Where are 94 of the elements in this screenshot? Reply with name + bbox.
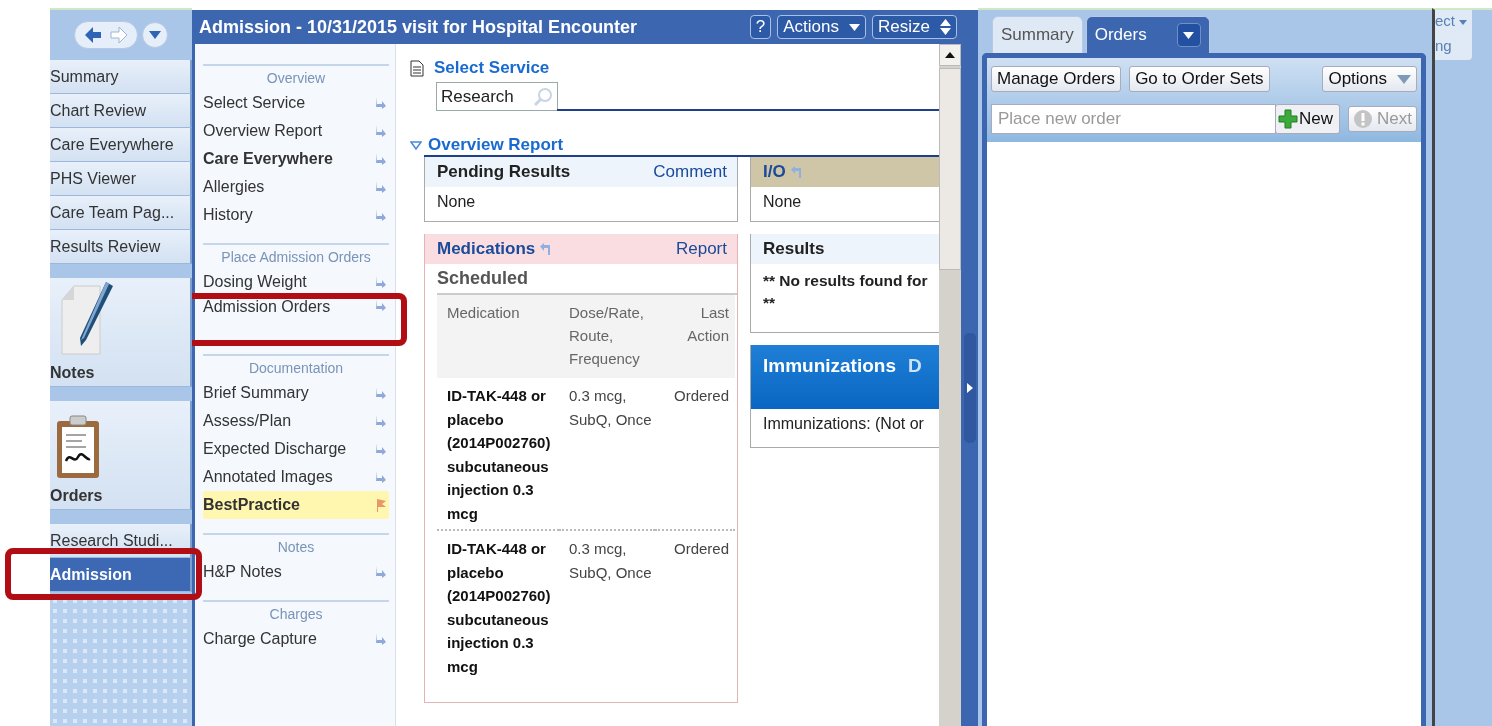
ribbon-text: ect [1435, 11, 1455, 31]
flag-icon [375, 498, 387, 512]
card-title: Medications [437, 239, 536, 259]
collapse-triangle-icon[interactable] [410, 140, 422, 150]
ribbon-text: ng [1435, 36, 1453, 56]
card-text: ** No results found for [763, 271, 928, 291]
scrollbar[interactable] [939, 44, 961, 726]
resize-button[interactable]: Resize [872, 15, 957, 39]
sidebar-tab[interactable]: Admission [50, 558, 192, 592]
navigator-link[interactable]: Charge Capture [203, 625, 389, 653]
link-label[interactable]: Care Everywhere [203, 150, 333, 168]
sidebar-tab[interactable]: Chart Review [50, 94, 192, 128]
plus-icon [1278, 109, 1298, 129]
actions-menu-button[interactable]: Actions [777, 15, 867, 39]
navigator-link[interactable]: Select Service [203, 89, 389, 117]
card-text: None [437, 193, 476, 210]
panel-tab[interactable]: Summary [992, 16, 1083, 53]
link-label[interactable]: Admission Orders [203, 298, 331, 316]
up-down-arrows-icon[interactable] [940, 19, 951, 35]
options-button[interactable]: Options [1322, 66, 1417, 92]
section-title: Overview Report [428, 135, 564, 155]
toolbar-button[interactable]: Manage Orders [991, 66, 1122, 92]
link-label[interactable]: Charge Capture [203, 630, 317, 648]
column-header: Last Action [655, 295, 735, 378]
navigator-link[interactable]: H&P Notes [203, 558, 389, 586]
navigator-link[interactable]: Assess/Plan [203, 407, 389, 435]
navigator-link[interactable]: History [203, 201, 389, 229]
toolbar-button[interactable]: Go to Order Sets [1129, 66, 1270, 92]
navigator-link[interactable]: BestPractice [203, 491, 389, 519]
navigator-link[interactable]: Annotated Images [203, 463, 389, 491]
clipboard-icon [56, 415, 100, 479]
table-cell: ID-TAK-448 or placebo (2014P002760) subcutaneous injection 0.3 mcg [437, 529, 559, 682]
order-search-field[interactable]: Place new order [991, 104, 1276, 134]
sidebar-tab[interactable]: Care Everywhere [50, 128, 192, 162]
window-title: Admission - 10/31/2015 visit for Hospital Encounter [199, 16, 639, 38]
up-arrow-icon[interactable] [945, 52, 955, 58]
link-label[interactable]: H&P Notes [203, 563, 282, 581]
expand-arrow-icon[interactable] [967, 383, 973, 393]
card-title: Results [763, 239, 825, 259]
table-cell-text: Ordered [672, 386, 730, 406]
sidebar-tile[interactable]: Orders [50, 401, 192, 510]
section-heading: Overview [265, 69, 327, 88]
card-text: None [763, 193, 802, 210]
table-cell-text: ID-TAK-448 or placebo (2014P002760) subcutaneous injection 0.3 mcg [446, 386, 552, 524]
table-cell: Ordered [655, 529, 735, 682]
navigator-link[interactable]: Allergies [203, 173, 389, 201]
column-header: Medication [437, 295, 559, 378]
card-text: Immunizations: (Not or [763, 415, 924, 432]
sidebar-tab[interactable]: PHS Viewer [50, 162, 192, 196]
caret-icon [1459, 20, 1467, 25]
document-icon [410, 59, 424, 77]
link-label[interactable]: Dosing Weight [203, 273, 307, 291]
link-label[interactable]: History [203, 206, 253, 224]
link-label[interactable]: BestPractice [203, 496, 300, 514]
link-label[interactable]: Annotated Images [203, 468, 333, 486]
section-heading: Documentation [247, 359, 345, 378]
card-text: ** [763, 293, 777, 313]
new-button[interactable]: New [1276, 104, 1341, 134]
section-heading: Notes [276, 538, 316, 557]
section-title: Select Service [434, 58, 550, 78]
panel-tab[interactable]: Orders [1085, 16, 1210, 53]
navigator-link[interactable]: Overview Report [203, 117, 389, 145]
link-label[interactable]: Brief Summary [203, 384, 309, 402]
sidebar-tab[interactable]: Care Team Pag... [50, 196, 192, 230]
info-icon [1353, 109, 1374, 129]
caret-icon[interactable] [849, 23, 861, 31]
link-label[interactable]: Select Service [203, 94, 306, 112]
link-label[interactable]: Assess/Plan [203, 412, 292, 430]
column-header: Dose/Rate, Route, Frequency [559, 295, 655, 378]
link-label[interactable]: Allergies [203, 178, 265, 196]
section-heading: Charges [268, 605, 324, 624]
navigator-link[interactable]: Brief Summary [203, 379, 389, 407]
card-title: Pending Results [437, 162, 571, 182]
sidebar-tab[interactable]: Results Review [50, 230, 192, 264]
caret-icon[interactable] [149, 31, 161, 39]
link-label[interactable]: Overview Report [203, 122, 323, 140]
back-arrow-icon[interactable] [83, 25, 103, 45]
navigator-link[interactable]: Care Everywhere [203, 145, 389, 173]
table-cell: 0.3 mcg, SubQ, Once [559, 529, 655, 682]
sidebar-tab[interactable]: Summary [50, 60, 192, 94]
card-title: Immunizations [763, 355, 896, 377]
report-link[interactable]: Report [675, 239, 727, 259]
help-button[interactable]: ? [749, 15, 772, 39]
link-label[interactable]: Expected Discharge [203, 440, 347, 458]
section-heading: Place Admission Orders [220, 248, 372, 267]
table-cell-text: 0.3 mcg, SubQ, Once [568, 386, 653, 430]
dropdown-button[interactable] [142, 22, 168, 48]
dropdown-icon[interactable] [1176, 23, 1201, 47]
navigator-link[interactable]: Expected Discharge [203, 435, 389, 463]
comment-link[interactable]: Comment [653, 162, 727, 182]
navigator-link[interactable]: Admission Orders [203, 296, 389, 340]
card-title: I/O [763, 162, 786, 182]
sidebar-tile[interactable]: Notes [50, 278, 192, 387]
navigator-link[interactable]: Dosing Weight [203, 268, 389, 296]
